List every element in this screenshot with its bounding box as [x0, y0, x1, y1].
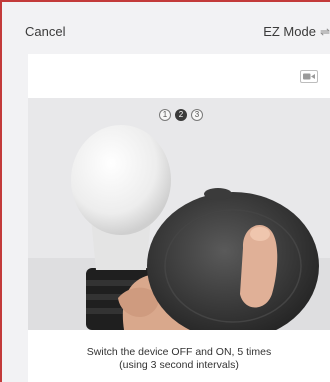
ez-mode-button[interactable]: EZ Mode ⇌ — [263, 24, 330, 39]
cancel-button[interactable]: Cancel — [25, 24, 65, 39]
ez-mode-label: EZ Mode — [263, 24, 316, 39]
video-camera-icon[interactable] — [300, 70, 318, 83]
step-3: 3 — [191, 109, 203, 121]
instruction-text: Switch the device OFF and ON, 5 times (u… — [28, 346, 330, 372]
top-bar: Cancel EZ Mode ⇌ — [2, 2, 330, 52]
step-1: 1 — [159, 109, 171, 121]
demo-image: 1 2 3 — [28, 98, 330, 330]
switch-mode-icon: ⇌ — [319, 25, 330, 39]
step-2: 2 — [175, 109, 187, 121]
instruction-line-2: (using 3 second intervals) — [119, 359, 239, 371]
instruction-card: 1 2 3 Switch the device OFF and ON, 5 ti… — [28, 54, 330, 382]
instruction-line-1: Switch the device OFF and ON, 5 times — [86, 346, 272, 358]
bulb-and-hand-illustration — [28, 98, 330, 330]
step-indicator: 1 2 3 — [159, 109, 203, 121]
